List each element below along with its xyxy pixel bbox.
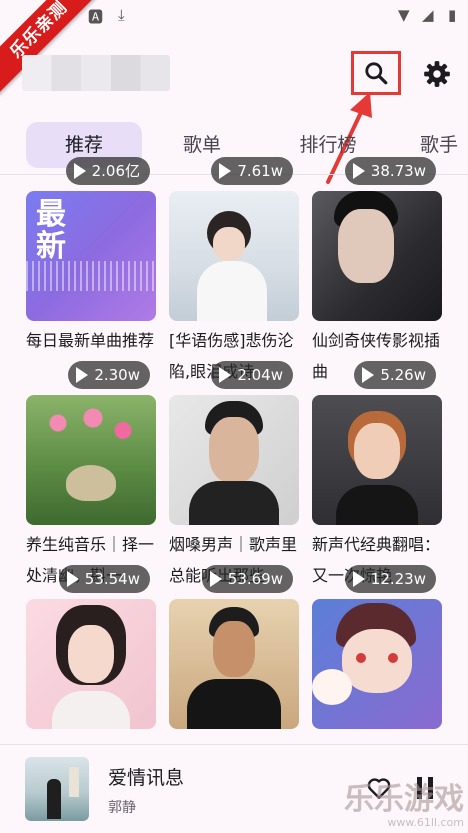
play-count-badge[interactable]: 38.73w [344,157,436,185]
play-icon [352,163,365,179]
play-icon [76,367,89,383]
playlist-cover [169,599,299,729]
now-playing-title: 爱情讯息 [108,767,185,789]
play-icon [362,367,375,383]
cover-latest-text: 最新 [36,197,66,264]
now-playing-cover [25,757,89,821]
playlist-cover [312,395,442,525]
settings-button[interactable] [418,55,456,93]
search-button[interactable] [351,51,401,95]
play-icon [66,571,79,587]
cover-wave [26,261,156,291]
keyboard-icon: 🅰 [88,8,104,26]
play-count-badge[interactable]: 12.23w [344,565,436,593]
mini-player[interactable]: 爱情讯息 郭静 乐乐游戏 www.61ll.com [0,744,468,833]
playlist-cover [312,599,442,729]
play-icon [209,571,222,587]
play-icon [219,163,232,179]
playlist-cover: 最新 [26,191,156,321]
play-count-badge[interactable]: 7.61w [211,157,293,185]
site-watermark: 乐乐游戏 www.61ll.com [344,782,464,829]
playlist-cover [312,191,442,321]
play-count-badge[interactable]: 2.30w [68,361,150,389]
play-count-badge[interactable]: 53.54w [58,565,150,593]
play-icon [73,163,86,179]
wifi-icon: ▼ [398,6,410,24]
download-icon: ⤓ [118,6,125,24]
now-playing-artist: 郭静 [108,800,136,816]
play-count-badge[interactable]: 2.06亿 [65,157,150,185]
account-name-blurred[interactable] [22,55,170,91]
playlist-title: 每日最新单曲推荐 [26,331,155,350]
search-icon [365,62,388,85]
play-count-badge[interactable]: 53.69w [201,565,293,593]
playlist-cover [26,395,156,525]
gear-icon [424,61,450,87]
play-count-badge[interactable]: 2.04w [211,361,293,389]
play-icon [352,571,365,587]
signal-icon: ◢ [422,6,434,24]
playlist-cover [169,191,299,321]
playlist-cover [169,395,299,525]
play-count-badge[interactable]: 5.26w [354,361,436,389]
play-icon [219,367,232,383]
battery-icon: ▮ [448,6,457,24]
playlist-cover [26,599,156,729]
